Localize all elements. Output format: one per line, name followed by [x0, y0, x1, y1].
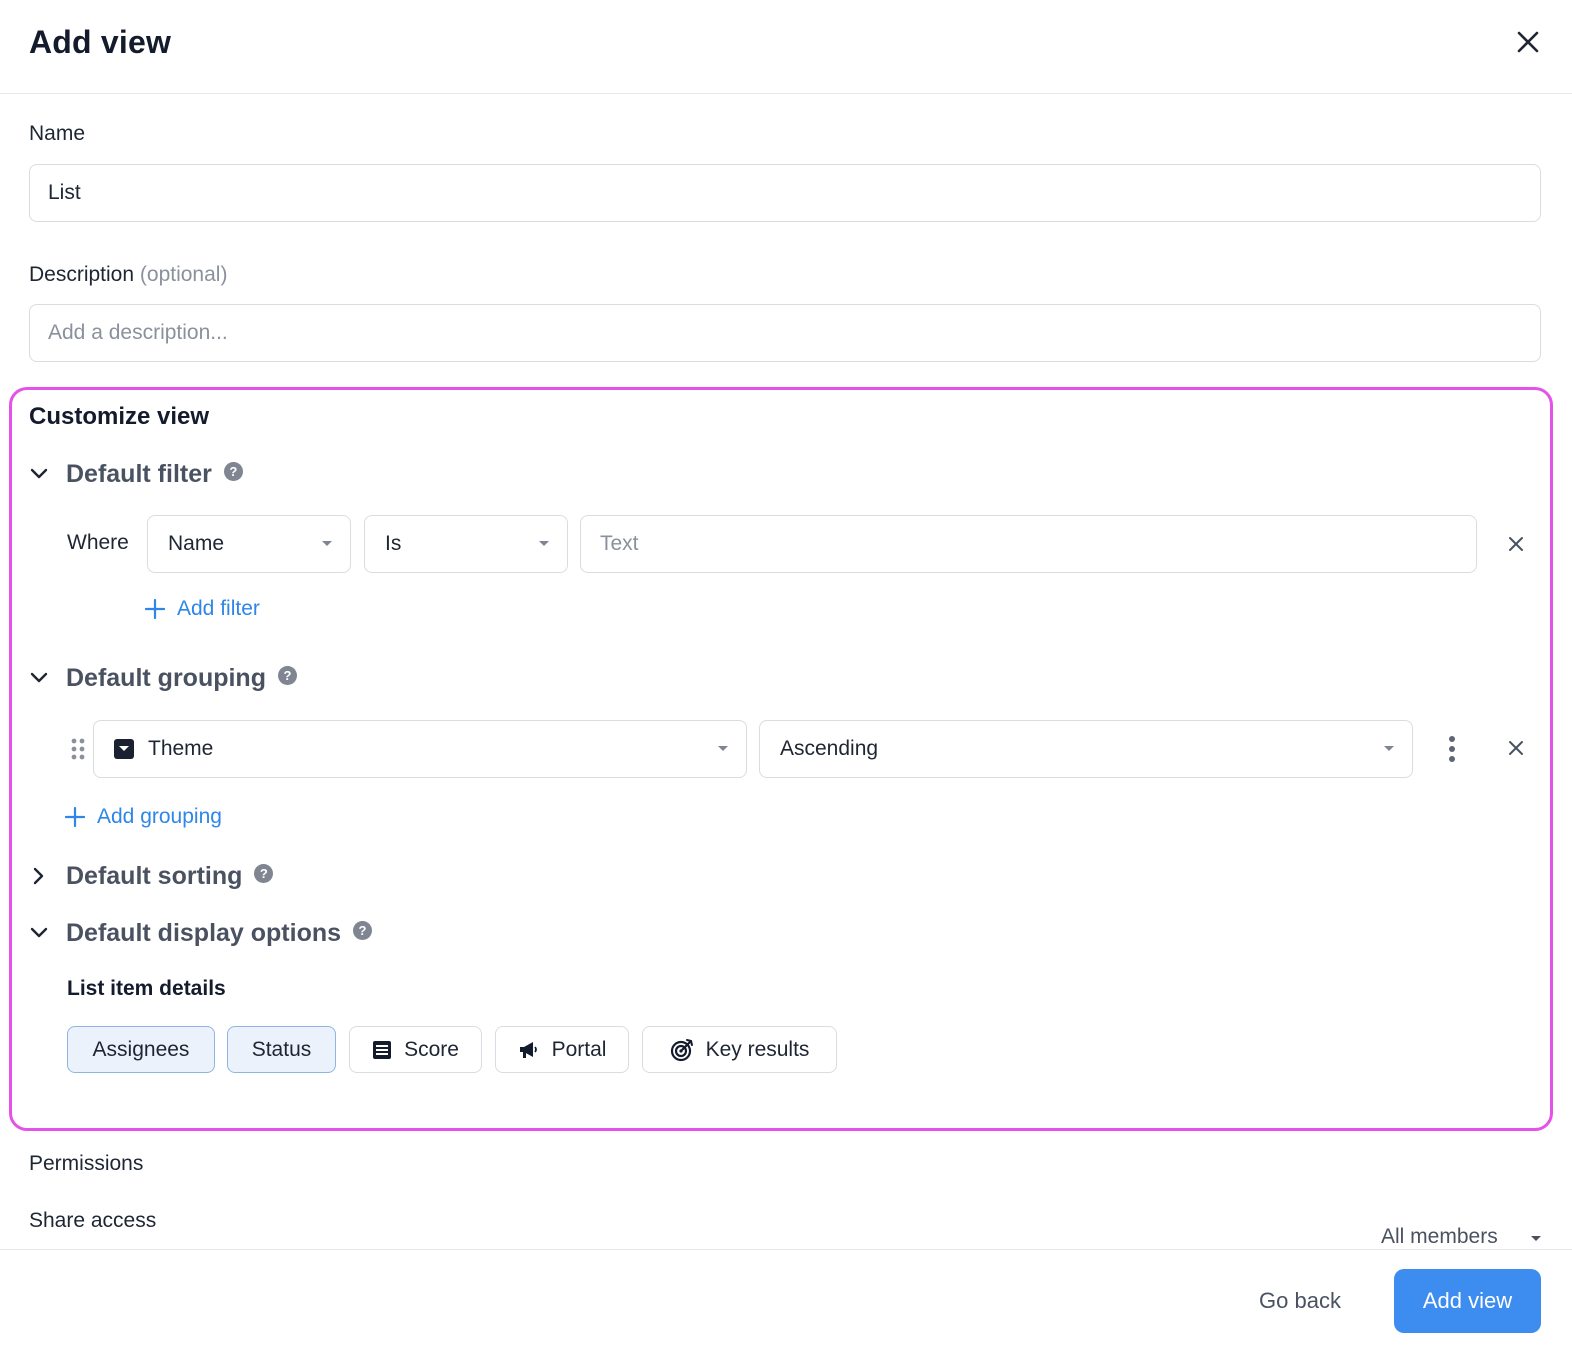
chevron-down-icon [26, 920, 52, 946]
grouping-field-value: Theme [148, 737, 214, 760]
name-input[interactable] [29, 164, 1541, 222]
close-icon [1517, 31, 1539, 53]
chevron-down-icon [26, 665, 52, 691]
caret-down-icon [718, 746, 728, 751]
chevron-down-icon [26, 461, 52, 487]
list-item-details-label: List item details [67, 977, 226, 1000]
share-access-label: Share access [29, 1209, 157, 1232]
filter-operator-value: Is [385, 532, 402, 555]
dialog-header: Add view [0, 0, 1572, 94]
default-filter-title: Default filter [66, 459, 212, 488]
help-icon[interactable]: ? [353, 920, 373, 940]
grouping-order-value: Ascending [780, 737, 879, 760]
add-grouping-button[interactable]: Add grouping [65, 805, 222, 829]
add-filter-label: Add filter [177, 597, 260, 620]
filter-value-input[interactable] [580, 515, 1477, 573]
default-display-options-title: Default display options [66, 918, 342, 947]
chip-key-results[interactable]: Key results [642, 1026, 837, 1073]
add-filter-button[interactable]: Add filter [145, 597, 260, 621]
close-icon [1509, 537, 1523, 551]
chip-score[interactable]: Score [349, 1026, 482, 1073]
chip-label: Status [251, 1037, 312, 1061]
chip-label: Assignees [92, 1037, 190, 1061]
drag-handle-icon[interactable] [70, 737, 86, 761]
filter-field-value: Name [168, 532, 225, 555]
chip-portal[interactable]: Portal [495, 1026, 629, 1073]
default-grouping-toggle[interactable]: Default grouping ? [26, 660, 297, 696]
caret-down-icon [322, 541, 332, 546]
dialog-title: Add view [29, 24, 172, 60]
chip-label: Score [404, 1037, 459, 1061]
plus-icon [145, 599, 165, 619]
description-label: Description (optional) [29, 263, 227, 287]
description-input[interactable] [29, 304, 1541, 362]
chip-label: Portal [551, 1037, 607, 1061]
megaphone-icon [518, 1040, 540, 1060]
go-back-button[interactable]: Go back [1230, 1269, 1370, 1333]
chevron-right-icon [26, 863, 52, 889]
default-sorting-toggle[interactable]: Default sorting ? [26, 858, 274, 894]
default-display-options-toggle[interactable]: Default display options ? [26, 915, 373, 951]
grouping-field-select[interactable]: Theme [93, 720, 747, 778]
help-icon[interactable]: ? [223, 461, 243, 481]
more-options-icon[interactable] [1440, 733, 1464, 765]
chip-status[interactable]: Status [227, 1026, 336, 1073]
remove-grouping-button[interactable] [1502, 734, 1530, 762]
description-label-text: Description [29, 263, 135, 286]
theme-icon [114, 739, 134, 759]
target-icon [670, 1038, 694, 1062]
remove-filter-button[interactable] [1502, 530, 1530, 558]
close-button[interactable] [1510, 24, 1546, 60]
customize-view-title: Customize view [29, 403, 210, 430]
caret-down-icon [539, 541, 549, 546]
filter-operator-select[interactable]: Is [364, 515, 568, 573]
where-label: Where [67, 531, 129, 554]
chip-assignees[interactable]: Assignees [67, 1026, 215, 1073]
add-grouping-label: Add grouping [97, 805, 222, 828]
grouping-order-select[interactable]: Ascending [759, 720, 1413, 778]
chip-label: Key results [705, 1037, 810, 1061]
caret-down-icon [1384, 746, 1394, 751]
default-sorting-title: Default sorting [66, 861, 243, 890]
name-label: Name [29, 122, 86, 145]
optional-hint: (optional) [139, 263, 228, 286]
add-view-button[interactable]: Add view [1394, 1269, 1541, 1333]
help-icon[interactable]: ? [254, 863, 274, 883]
permissions-label: Permissions [29, 1152, 144, 1175]
default-grouping-title: Default grouping [66, 663, 266, 692]
help-icon[interactable]: ? [277, 665, 297, 685]
default-filter-toggle[interactable]: Default filter ? [26, 456, 243, 492]
share-access-select[interactable]: All members [1381, 1225, 1498, 1249]
plus-icon [65, 807, 85, 827]
score-icon [372, 1040, 392, 1060]
caret-down-icon [1531, 1236, 1541, 1241]
close-icon [1509, 741, 1523, 755]
filter-field-select[interactable]: Name [147, 515, 351, 573]
